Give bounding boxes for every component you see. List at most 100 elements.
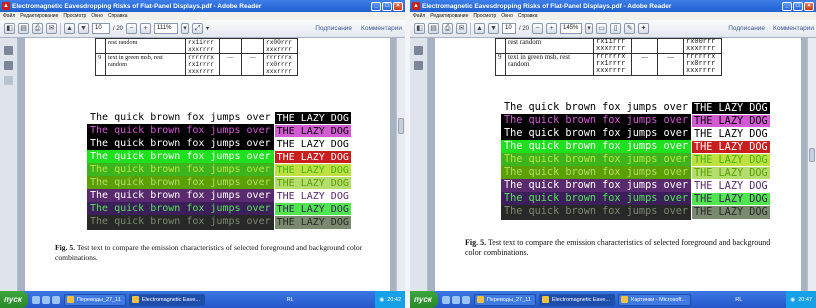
start-button[interactable]: пуск [410,291,438,308]
prev-page-icon[interactable]: ▲ [474,23,485,34]
create-pdf-icon[interactable]: ◧ [414,23,425,34]
clock: 20:47 [798,296,812,303]
fit-width-icon[interactable]: ▯ [610,23,622,34]
clock: 20:42 [387,296,401,303]
menu-view[interactable]: Просмотр [473,13,496,19]
screenshot-right: ▲ Electromagnetic Eavesdropping Risks of… [410,0,816,308]
language-indicator[interactable]: RL [735,297,742,303]
dual-screenshot: ▲ Electromagnetic Eavesdropping Risks of… [0,0,816,308]
ie-icon[interactable] [441,295,450,304]
print-icon[interactable]: ⎙ [442,23,453,34]
next-page-icon[interactable]: ▼ [78,23,89,34]
create-pdf-icon[interactable]: ◧ [4,23,15,34]
title-bar: ▲ Electromagnetic Eavesdropping Risks of… [0,0,405,12]
vertical-scrollbar[interactable] [396,38,405,291]
comments-tab[interactable]: Комментарии [361,25,402,32]
zoom-input[interactable]: 145% [560,23,583,34]
start-button[interactable]: пуск [0,291,28,308]
close-button[interactable]: × [393,1,403,11]
zoom-dropdown-icon[interactable]: ▾ [585,23,594,34]
fox-sentence: The quick brown fox jumps over [87,215,274,230]
menu-edit[interactable]: Редактирование [430,13,468,19]
taskbar-item[interactable]: Картинки - Microsoft... [617,293,692,306]
menu-help[interactable]: Справка [108,13,128,19]
page-number-input[interactable]: 10 [502,23,516,34]
zoom-out-icon[interactable]: − [126,23,138,34]
media-icon[interactable] [461,295,470,304]
fit-page-icon[interactable]: ▭ [596,23,608,34]
media-icon[interactable] [51,295,60,304]
menu-bar: Файл Редактирование Просмотр Окно Справк… [410,12,816,20]
tray-icon[interactable]: ◉ [379,297,384,303]
menu-view[interactable]: Просмотр [63,13,86,19]
sign-tab[interactable]: Подписание [315,25,352,32]
fox-sentence: The quick brown fox jumps over [501,205,692,220]
bookmarks-panel-icon[interactable] [4,61,13,70]
attachments-panel-icon[interactable] [4,76,13,85]
caption-text: Test text to compare the emission charac… [55,243,363,262]
tray-icon[interactable]: ◉ [790,297,795,303]
zoom-input[interactable]: 111% [154,23,179,34]
pdf-page: rest random rx1irrr xxxrrrr rx00rrr xxxrrr… [435,38,801,291]
vertical-scrollbar[interactable] [807,38,816,291]
folder-icon[interactable] [451,295,460,304]
taskbar-item[interactable]: Electromagnetic Eave... [128,293,205,306]
next-page-icon[interactable]: ▼ [488,23,499,34]
highlight-icon[interactable]: ✦ [638,23,650,34]
menu-edit[interactable]: Редактирование [20,13,58,19]
minimize-button[interactable]: _ [371,1,381,11]
window-title: Electromagnetic Eavesdropping Risks of F… [422,2,672,10]
sign-tab[interactable]: Подписание [728,25,765,32]
fit-page-icon[interactable]: ⤢ [192,23,204,34]
taskbar-item[interactable]: Переводы_27_11 [473,293,536,306]
bookmarks-panel-icon[interactable] [414,61,423,70]
open-icon[interactable]: ▤ [428,23,439,34]
adobe-reader-icon: ▲ [2,2,10,10]
system-tray: ◉ 20:42 [375,291,405,308]
caption-label: Fig. 5. [55,243,76,252]
caption-label: Fig. 5. [465,238,487,247]
title-bar: ▲ Electromagnetic Eavesdropping Risks of… [410,0,816,12]
pages-panel-icon[interactable] [4,46,13,55]
screenshot-left: ▲ Electromagnetic Eavesdropping Risks of… [0,0,405,308]
scrollbar-thumb[interactable] [809,148,815,162]
maximize-button[interactable]: □ [793,1,803,11]
menu-file[interactable]: Файл [3,13,15,19]
taskbar-item[interactable]: Переводы_27_11 [63,293,126,306]
menu-window[interactable]: Окно [91,13,103,19]
menu-window[interactable]: Окно [501,13,513,19]
page-number-input[interactable]: 10 [92,23,110,34]
open-icon[interactable]: ▤ [18,23,29,34]
lazy-dog-label: THE LAZY DOG [273,215,352,230]
language-indicator[interactable]: RL [287,297,294,303]
print-icon[interactable]: ⎙ [32,23,43,34]
close-button[interactable]: × [804,1,814,11]
maximize-button[interactable]: □ [382,1,392,11]
scrollbar-thumb[interactable] [398,118,404,134]
folder-icon[interactable] [41,295,50,304]
zoom-in-icon[interactable]: + [140,23,152,34]
email-icon[interactable]: ✉ [46,23,57,34]
taskbar-item[interactable]: Electromagnetic Eave... [538,293,615,306]
ie-icon[interactable] [31,295,40,304]
quick-launch [441,295,470,304]
pages-panel-icon[interactable] [414,46,423,55]
page-total: / 20 [519,25,530,32]
comments-tab[interactable]: Комментарии [773,25,814,32]
table-row: rest random rx1irrr xxxrrrr rx00rrr xxxrrr… [95,38,298,54]
pdf-page: rest random rx1irrr xxxrrrr rx00rrr xxxrrr… [25,38,390,291]
zoom-out-icon[interactable]: − [532,23,544,34]
menu-file[interactable]: Файл [413,13,425,19]
page-total: / 20 [113,25,124,32]
email-icon[interactable]: ✉ [456,23,467,34]
table-row: 9 text in green msb, rest random rrrrrrx… [495,53,722,76]
zoom-in-icon[interactable]: + [546,23,558,34]
zoom-dropdown-icon[interactable]: ▾ [181,23,190,34]
adobe-reader-icon: ▲ [412,2,420,10]
comment-icon[interactable]: ✎ [624,23,636,34]
minimize-button[interactable]: _ [782,1,792,11]
prev-page-icon[interactable]: ▲ [64,23,75,34]
fox-test-line: The quick brown fox jumps over THE LAZY D… [501,205,771,220]
fox-test-line: The quick brown fox jumps over THE LAZY D… [87,215,352,230]
menu-help[interactable]: Справка [518,13,538,19]
